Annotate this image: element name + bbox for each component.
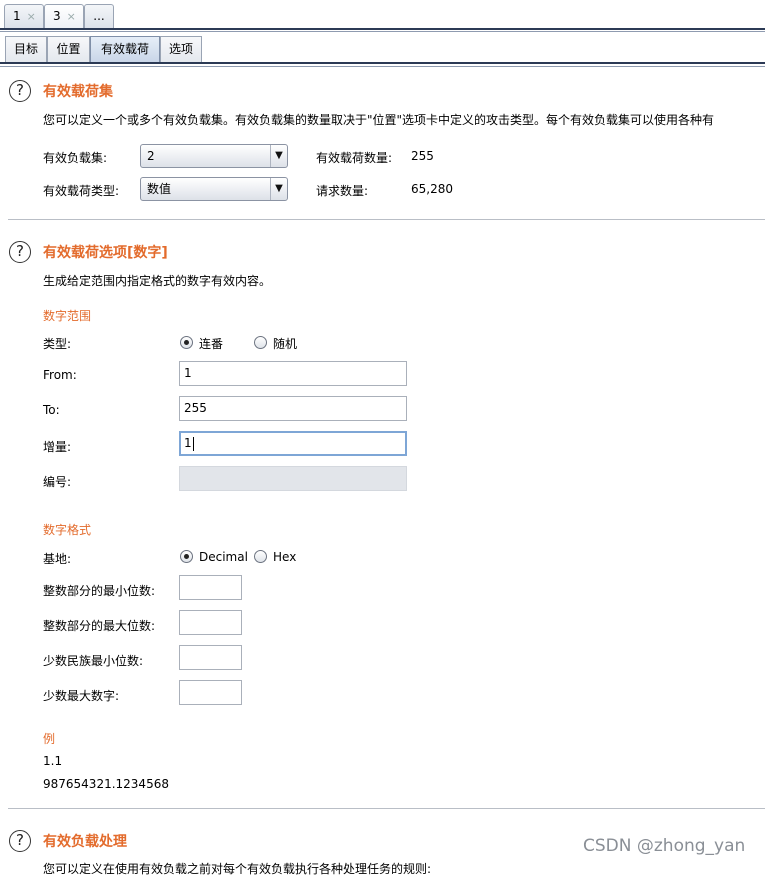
close-icon[interactable]: × <box>67 10 76 23</box>
section-divider <box>8 219 765 220</box>
radio-random[interactable] <box>254 336 267 349</box>
tab-bar-border <box>0 28 765 30</box>
request-count-value: 65,280 <box>411 182 453 196</box>
help-icon[interactable]: ? <box>9 80 31 102</box>
how-many-input <box>179 466 407 491</box>
tab-label: 选项 <box>168 42 193 56</box>
payload-processing-description: 您可以定义在使用有效负载之前对每个有效负载执行各种处理任务的规则: <box>43 862 432 876</box>
payload-type-select[interactable]: 数值 ▼ <box>140 177 288 201</box>
tab-label: 位置 <box>56 42 81 56</box>
tab-label: 目标 <box>13 42 38 56</box>
how-many-label: 编号: <box>43 475 72 489</box>
request-tab-1[interactable]: 1 × <box>4 4 44 28</box>
base-label: 基地: <box>43 552 72 566</box>
watermark: CSDN @zhong_yan <box>583 836 746 856</box>
payload-type-value: 数值 <box>147 182 172 196</box>
radio-decimal-label: Decimal <box>199 550 248 564</box>
min-integer-digits-input[interactable] <box>179 575 242 600</box>
dropdown-arrow-icon: ▼ <box>270 145 287 167</box>
step-input-value: 1 <box>184 436 192 450</box>
radio-sequential-label: 连番 <box>199 337 224 351</box>
number-format-title: 数字格式 <box>43 523 92 537</box>
tab-label: 有效载荷 <box>100 42 149 56</box>
tab-payloads[interactable]: 有效载荷 <box>90 36 160 62</box>
min-integer-digits-label: 整数部分的最小位数: <box>43 584 156 598</box>
payload-processing-title: 有效负载处理 <box>43 834 127 850</box>
help-icon[interactable]: ? <box>9 241 31 263</box>
dropdown-arrow-icon: ▼ <box>270 178 287 200</box>
close-icon[interactable]: × <box>27 10 36 23</box>
max-integer-digits-input[interactable] <box>179 610 242 635</box>
radio-hex-label: Hex <box>273 550 297 564</box>
request-tab-label: ... <box>93 9 105 23</box>
max-integer-digits-label: 整数部分的最大位数: <box>43 619 156 633</box>
min-fraction-digits-input[interactable] <box>179 645 242 670</box>
to-label: To: <box>43 403 60 417</box>
step-label: 增量: <box>43 440 72 454</box>
request-tab-label: 1 <box>13 9 21 23</box>
help-icon[interactable]: ? <box>9 830 31 852</box>
payload-count-label: 有效载荷数量: <box>316 151 393 165</box>
to-input[interactable]: 255 <box>179 396 407 421</box>
intruder-tab-bar: 目标 位置 有效载荷 选项 <box>0 34 765 62</box>
max-fraction-digits-input[interactable] <box>179 680 242 705</box>
request-count-label: 请求数量: <box>316 184 369 198</box>
payload-set-label: 有效负载集: <box>43 151 108 165</box>
payload-set-value: 2 <box>147 149 155 163</box>
section-divider <box>8 808 765 809</box>
from-input[interactable]: 1 <box>179 361 407 386</box>
payload-set-select[interactable]: 2 ▼ <box>140 144 288 168</box>
number-range-title: 数字范围 <box>43 309 92 323</box>
payload-type-label: 有效载荷类型: <box>43 184 120 198</box>
example-value: 1.1 <box>43 754 63 768</box>
tab-bar-border <box>0 62 765 64</box>
min-fraction-digits-label: 少数民族最小位数: <box>43 654 144 668</box>
radio-sequential[interactable] <box>180 336 193 349</box>
request-tab-3[interactable]: 3 × <box>44 4 84 28</box>
request-tab-bar: 1 × 3 × ... <box>0 0 765 30</box>
text-cursor <box>192 436 194 451</box>
number-type-label: 类型: <box>43 337 72 351</box>
payload-options-title: 有效载荷选项[数字] <box>43 245 168 261</box>
tab-bar-border <box>0 31 765 32</box>
tab-target[interactable]: 目标 <box>5 36 47 62</box>
tab-bar-border <box>0 66 765 67</box>
tab-options[interactable]: 选项 <box>160 36 202 62</box>
tab-positions[interactable]: 位置 <box>47 36 90 62</box>
payload-count-value: 255 <box>411 149 434 163</box>
request-tab-more[interactable]: ... <box>84 4 114 28</box>
from-label: From: <box>43 368 77 382</box>
radio-random-label: 随机 <box>273 337 298 351</box>
examples-title: 例 <box>43 732 56 746</box>
max-fraction-digits-label: 少数最大数字: <box>43 689 120 703</box>
request-tab-label: 3 <box>53 9 61 23</box>
step-input[interactable]: 1 <box>179 431 407 456</box>
payload-sets-title: 有效载荷集 <box>43 84 113 100</box>
radio-decimal[interactable] <box>180 550 193 563</box>
payload-sets-description: 您可以定义一个或多个有效负载集。有效负载集的数量取决于"位置"选项卡中定义的攻击… <box>43 113 715 127</box>
example-value: 987654321.1234568 <box>43 777 169 791</box>
payload-options-description: 生成给定范围内指定格式的数字有效内容。 <box>43 274 272 288</box>
radio-hex[interactable] <box>254 550 267 563</box>
